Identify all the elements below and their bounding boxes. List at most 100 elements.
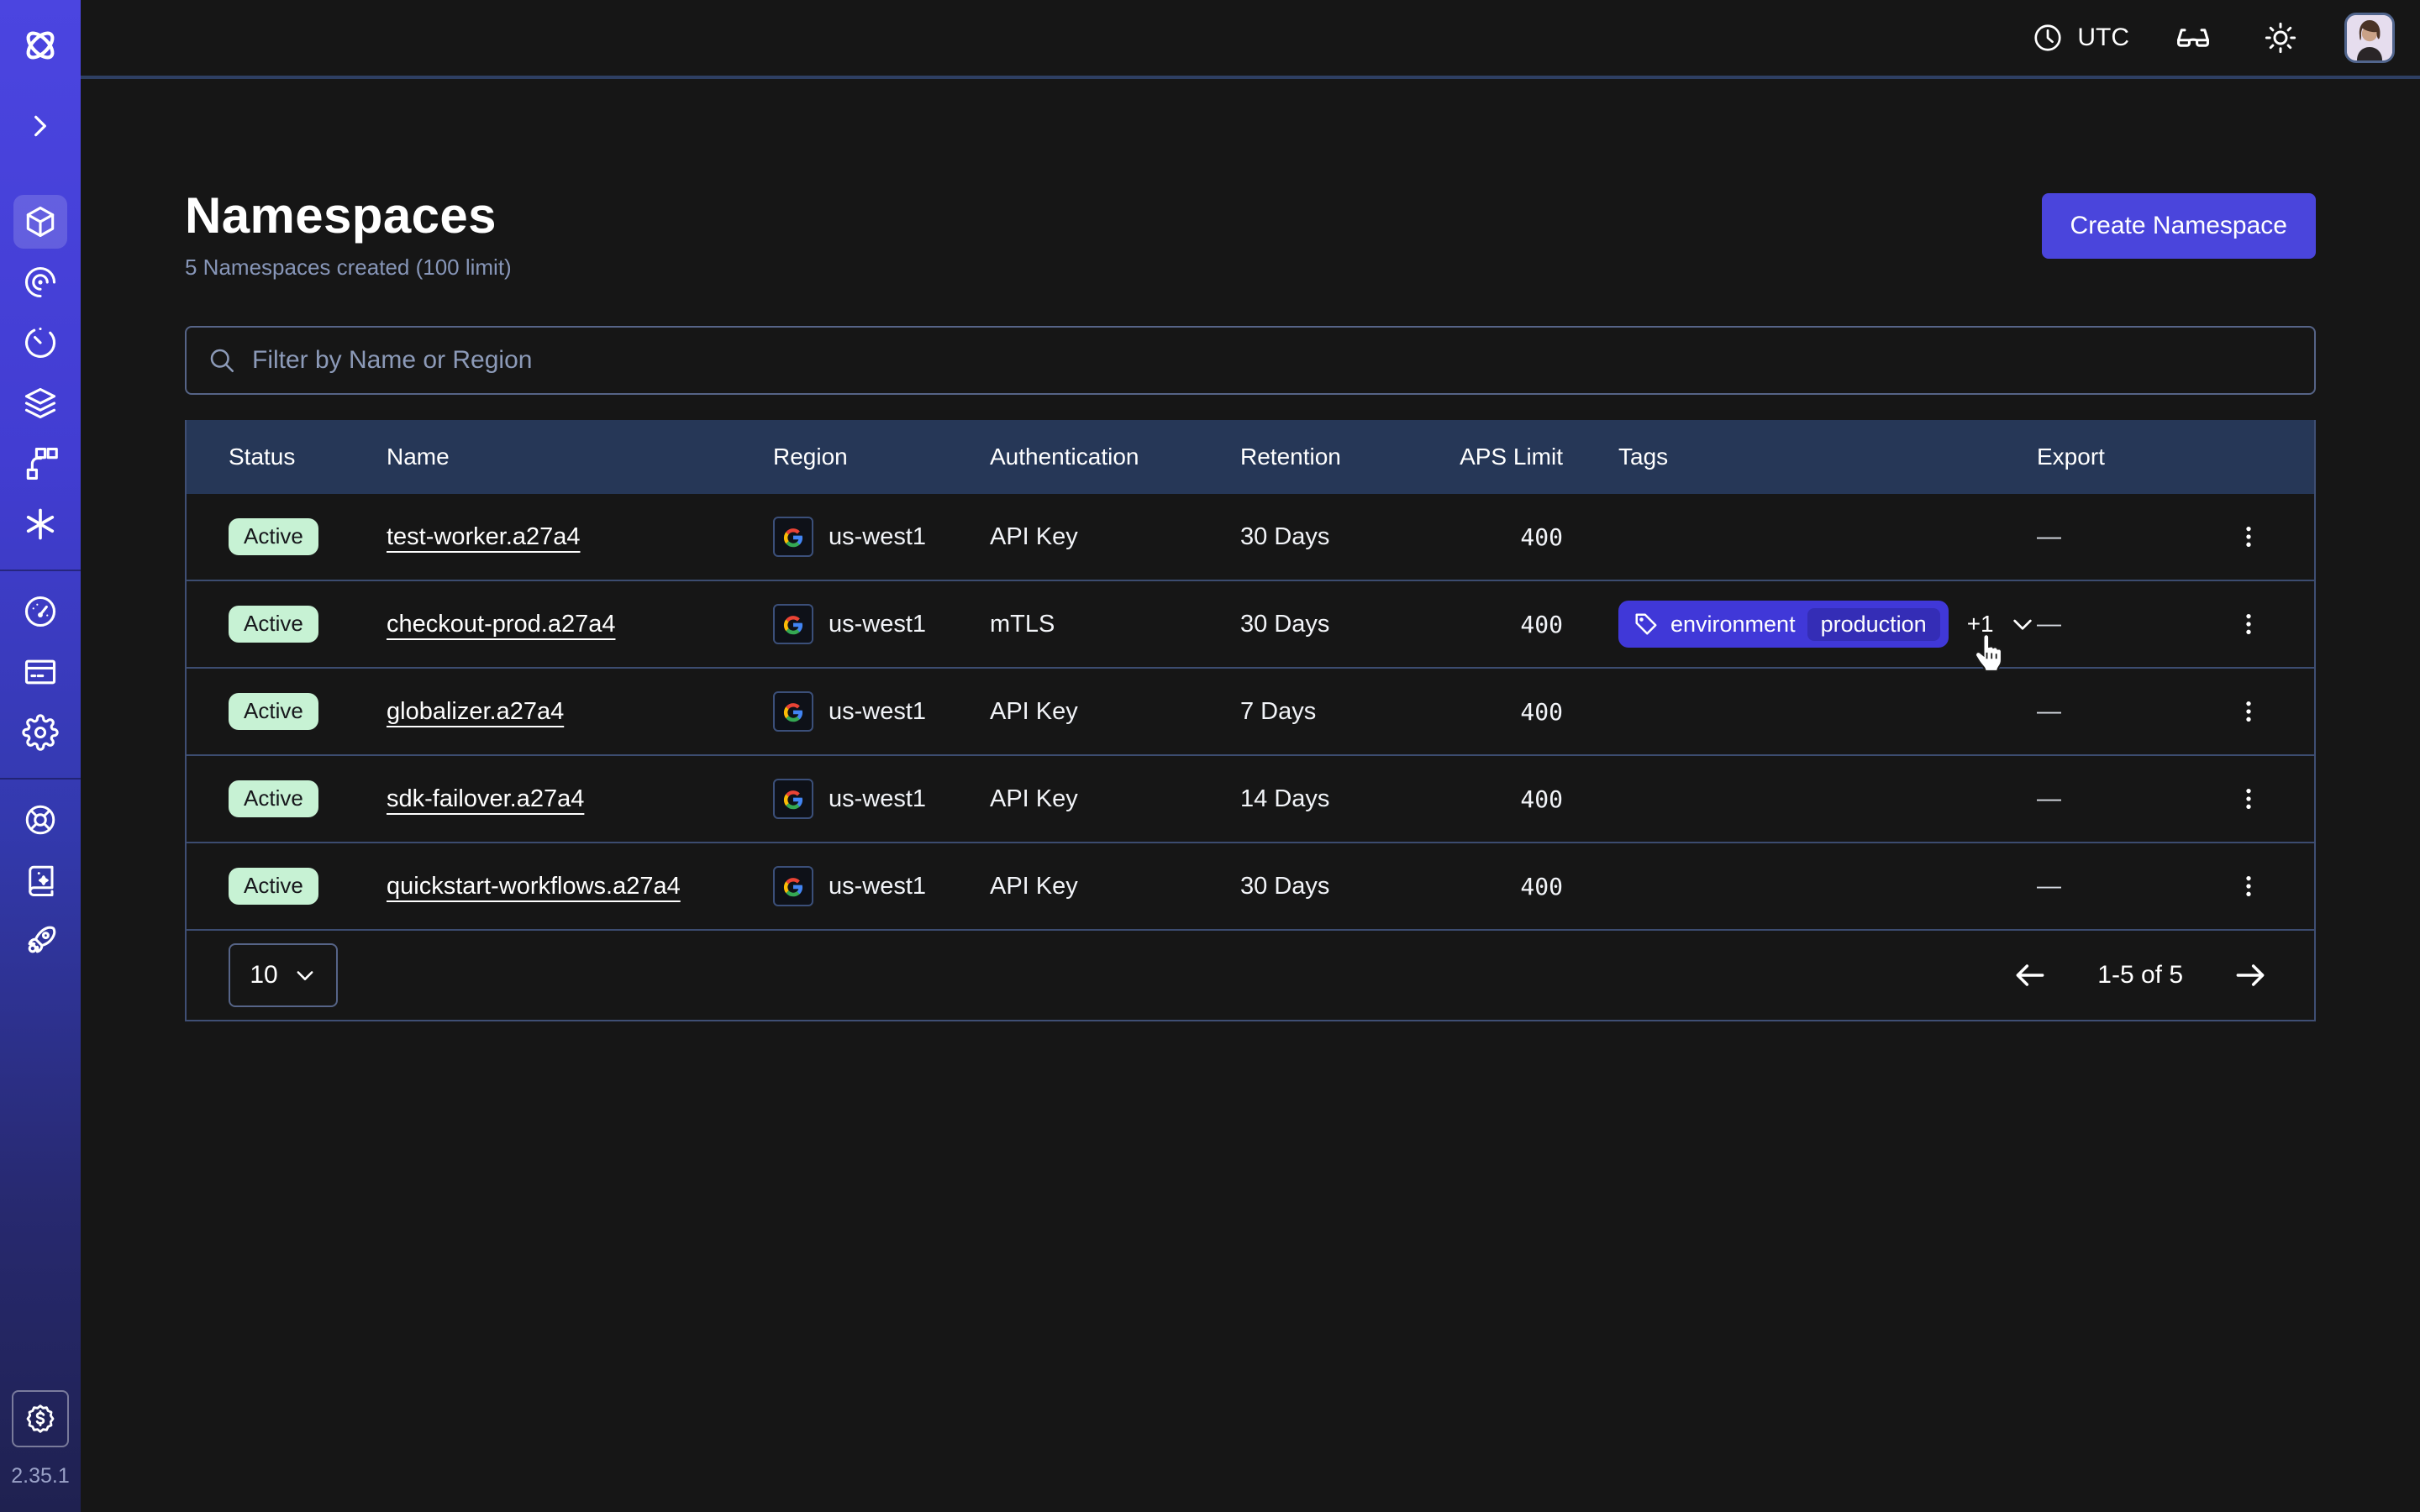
next-page-button[interactable]	[2228, 953, 2272, 997]
schedules-timer-icon	[22, 324, 59, 361]
table-row: Active globalizer.a27a4 us-west1 API Key…	[187, 669, 2314, 756]
tag-more-count: +1	[1967, 611, 1994, 638]
pagination: 1-5 of 5	[2008, 953, 2272, 997]
namespace-link[interactable]: globalizer.a27a4	[387, 698, 564, 726]
sidebar-item-namespaces[interactable]	[13, 195, 67, 249]
status-badge: Active	[229, 518, 318, 554]
previous-page-button[interactable]	[2008, 953, 2052, 997]
sidebar-item-billing[interactable]	[13, 645, 67, 699]
region-label: us-west1	[829, 698, 926, 726]
status-cell: Active	[229, 518, 387, 554]
settings-gear-icon	[22, 714, 59, 751]
status-cell: Active	[229, 780, 387, 816]
filter-bar	[185, 326, 2316, 395]
page-header: Namespaces 5 Namespaces created (100 lim…	[185, 186, 2316, 281]
page-subtitle: 5 Namespaces created (100 limit)	[185, 255, 512, 281]
avatar-image	[2347, 15, 2392, 60]
row-actions-button[interactable]	[2225, 601, 2272, 648]
auth-cell: API Key	[990, 873, 1240, 900]
region-cell: us-west1	[773, 604, 990, 644]
col-export: Export	[2037, 444, 2205, 470]
theme-toggle-button[interactable]	[2257, 14, 2304, 61]
workflows-spiral-icon	[22, 264, 59, 301]
retention-cell: 30 Days	[1240, 611, 1432, 638]
filter-input[interactable]	[252, 346, 2294, 375]
row-actions-button[interactable]	[2225, 863, 2272, 910]
auth-cell: API Key	[990, 785, 1240, 813]
sidebar-item-docs[interactable]	[13, 853, 67, 907]
table-row: Active checkout-prod.a27a4 us-west1 mTLS…	[187, 581, 2314, 669]
status-badge: Active	[229, 780, 318, 816]
avatar[interactable]	[2344, 13, 2395, 63]
region-label: us-west1	[829, 523, 926, 551]
sidebar-expand-button[interactable]	[15, 101, 66, 151]
gcp-icon	[773, 604, 813, 644]
kebab-menu-icon	[2235, 785, 2262, 812]
namespace-link[interactable]: quickstart-workflows.a27a4	[387, 873, 681, 900]
auth-cell: API Key	[990, 698, 1240, 726]
app-version: 2.35.1	[11, 1464, 70, 1488]
region-label: us-west1	[829, 873, 926, 900]
tags-expand-button[interactable]	[2009, 611, 2036, 638]
namespace-link[interactable]: checkout-prod.a27a4	[387, 611, 615, 638]
tag-key: environment	[1670, 612, 1796, 638]
main-content: Namespaces 5 Namespaces created (100 lim…	[81, 79, 2420, 1512]
sidebar-item-schedules[interactable]	[13, 316, 67, 370]
row-actions-button[interactable]	[2225, 513, 2272, 560]
row-actions-button[interactable]	[2225, 688, 2272, 735]
namespaces-table: Status Name Region Authentication Retent…	[185, 420, 2316, 1021]
name-cell: test-worker.a27a4	[387, 523, 773, 551]
namespaces-cube-icon	[22, 203, 59, 240]
sidebar-item-settings[interactable]	[13, 706, 67, 759]
status-cell: Active	[229, 868, 387, 904]
labs-glasses-button[interactable]	[2170, 14, 2217, 61]
search-icon	[207, 345, 237, 375]
aps-cell: 400	[1432, 523, 1563, 551]
status-badge: Active	[229, 606, 318, 642]
retention-cell: 30 Days	[1240, 873, 1432, 900]
status-badge: Active	[229, 868, 318, 904]
name-cell: quickstart-workflows.a27a4	[387, 873, 773, 900]
tag-pill[interactable]: environment production	[1618, 601, 1949, 648]
sidebar-item-deployments[interactable]	[13, 376, 67, 430]
status-cell: Active	[229, 693, 387, 729]
auth-cell: mTLS	[990, 611, 1240, 638]
kebab-menu-icon	[2235, 523, 2262, 550]
timezone-label: UTC	[2077, 24, 2129, 52]
sidebar-item-workflows[interactable]	[13, 255, 67, 309]
aps-cell: 400	[1432, 785, 1563, 813]
table-row: Active test-worker.a27a4 us-west1 API Ke…	[187, 494, 2314, 581]
sidebar-item-batch-operations[interactable]	[13, 437, 67, 491]
usage-dollar-button[interactable]	[12, 1390, 69, 1447]
usage-dollar-badge-icon	[24, 1402, 57, 1436]
sidebar-item-support[interactable]	[13, 793, 67, 847]
namespace-link[interactable]: sdk-failover.a27a4	[387, 785, 584, 813]
arrow-left-icon	[2012, 957, 2049, 994]
region-label: us-west1	[829, 785, 926, 813]
namespace-link[interactable]: test-worker.a27a4	[387, 523, 581, 551]
temporal-logo-icon	[15, 20, 66, 71]
retention-cell: 30 Days	[1240, 523, 1432, 551]
name-cell: sdk-failover.a27a4	[387, 785, 773, 813]
page-size-select[interactable]: 10	[229, 943, 338, 1007]
auth-cell: API Key	[990, 523, 1240, 551]
sidebar-item-nexus[interactable]	[13, 497, 67, 551]
aps-cell: 400	[1432, 873, 1563, 900]
timezone-selector[interactable]: UTC	[2032, 22, 2129, 54]
status-badge: Active	[229, 693, 318, 729]
sidebar-item-usage[interactable]	[13, 585, 67, 638]
getting-started-rocket-icon	[22, 922, 59, 959]
support-lifebuoy-icon	[23, 802, 58, 837]
col-aps-limit: APS Limit	[1432, 444, 1563, 470]
usage-gauge-icon	[22, 593, 59, 630]
create-namespace-button[interactable]: Create Namespace	[2042, 193, 2316, 259]
col-name: Name	[387, 444, 773, 470]
region-cell: us-west1	[773, 866, 990, 906]
row-actions-button[interactable]	[2225, 775, 2272, 822]
topbar: UTC	[81, 0, 2420, 79]
sidebar-item-getting-started[interactable]	[13, 914, 67, 968]
name-cell: globalizer.a27a4	[387, 698, 773, 726]
col-retention: Retention	[1240, 444, 1432, 470]
export-cell: —	[2037, 785, 2205, 813]
aps-cell: 400	[1432, 611, 1563, 638]
